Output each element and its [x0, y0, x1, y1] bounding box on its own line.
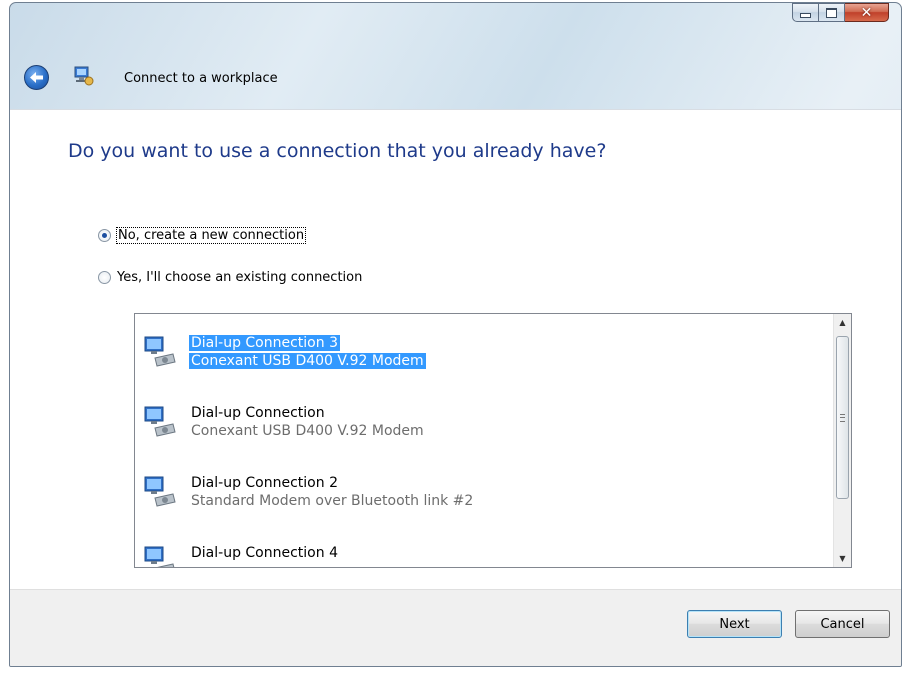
cancel-button[interactable]: Cancel: [795, 610, 890, 638]
back-button[interactable]: [24, 65, 49, 90]
scroll-up-arrow-icon[interactable]: ▲: [834, 314, 851, 331]
dialup-connection-icon: [144, 336, 176, 367]
scroll-down-arrow-icon[interactable]: ▼: [834, 550, 851, 567]
wizard-content: Do you want to use a connection that you…: [10, 109, 901, 590]
option-choose-existing-label: Yes, I'll choose an existing connection: [117, 270, 363, 285]
maximize-button[interactable]: [819, 3, 845, 22]
connection-device: Standard Modem over Bluetooth link #2: [191, 493, 474, 509]
radio-choose-existing[interactable]: [98, 271, 111, 284]
network-wizard-icon: [74, 66, 94, 86]
connection-name: Dial-up Connection 2: [191, 475, 338, 491]
wizard-title: Connect to a workplace: [124, 71, 278, 86]
connection-list[interactable]: Dial-up Connection 3 Conexant USB D400 V…: [134, 313, 852, 568]
option-create-new[interactable]: No, create a new connection: [98, 227, 307, 244]
list-item[interactable]: Dial-up Connection 3 Conexant USB D400 V…: [135, 328, 825, 388]
maximize-icon: [826, 7, 837, 18]
connection-device: Conexant USB D400 V.92 Modem: [191, 423, 424, 439]
list-scrollbar[interactable]: ▲ ▼: [833, 314, 851, 567]
caption-buttons: ✕: [792, 3, 889, 22]
wizard-window: ✕ Connect to a workplace Do you want to …: [9, 2, 902, 667]
list-item[interactable]: Dial-up Connection 4: [135, 538, 825, 567]
wizard-footer: Next Cancel: [10, 589, 901, 666]
connection-name: Dial-up Connection 3: [189, 335, 340, 351]
option-choose-existing[interactable]: Yes, I'll choose an existing connection: [98, 270, 362, 285]
wizard-header: Connect to a workplace: [10, 45, 901, 105]
back-arrow-icon: [30, 72, 43, 83]
scroll-thumb[interactable]: [836, 336, 849, 499]
option-create-new-label: No, create a new connection: [115, 227, 307, 244]
dialup-connection-icon: [144, 546, 175, 567]
close-button[interactable]: ✕: [845, 3, 889, 22]
minimize-button[interactable]: [792, 3, 819, 22]
next-button[interactable]: Next: [687, 610, 782, 638]
connection-name: Dial-up Connection: [191, 405, 325, 421]
list-item[interactable]: Dial-up Connection Conexant USB D400 V.9…: [135, 398, 825, 458]
close-icon: ✕: [860, 4, 873, 21]
grip-icon: [840, 413, 845, 422]
dialup-connection-icon: [144, 406, 176, 437]
page-heading: Do you want to use a connection that you…: [68, 140, 607, 162]
list-item[interactable]: Dial-up Connection 2 Standard Modem over…: [135, 468, 825, 528]
radio-create-new[interactable]: [98, 229, 111, 242]
connection-name: Dial-up Connection 4: [191, 545, 338, 561]
dialup-connection-icon: [144, 476, 176, 507]
minimize-icon: [800, 13, 811, 18]
connection-device: Conexant USB D400 V.92 Modem: [189, 353, 426, 369]
